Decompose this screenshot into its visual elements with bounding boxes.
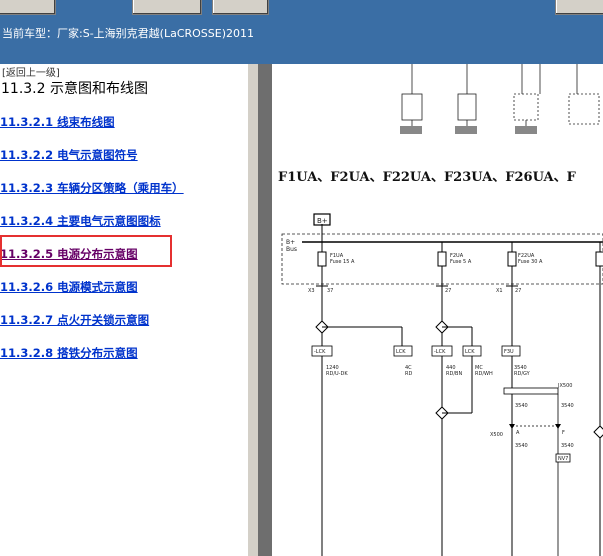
toolbar: [0, 0, 603, 18]
wire-id-9: 3540: [561, 443, 574, 449]
header-bar: 当前车型：厂家:S-上海别克君越(LaCROSSE)2011: [0, 18, 603, 64]
pin-x1-label: X1: [496, 288, 503, 294]
bus-label-2: Bus: [286, 246, 297, 253]
connector-lck-4: LCK: [465, 349, 475, 355]
back-link[interactable]: [返回上一级]: [2, 64, 60, 79]
pin-27-label: 27: [445, 288, 451, 294]
wire-color-2: RD: [405, 371, 412, 377]
nav-item-power-mode[interactable]: 11.3.2.6 电源模式示意图: [0, 279, 138, 295]
toolbar-button[interactable]: [0, 0, 56, 15]
toolbar-button[interactable]: [212, 0, 269, 15]
left-navigation-panel: [返回上一级] 11.3.2 示意图和布线图 11.3.2.1 线束布线图 11…: [0, 64, 248, 556]
pin-37-label: 37: [327, 288, 333, 294]
nav-item-vehicle-zoning[interactable]: 11.3.2.3 车辆分区策略（乘用车）: [0, 180, 184, 196]
toolbar-button[interactable]: [555, 0, 603, 15]
splice-jx500: JX500: [557, 383, 572, 389]
fuse-heading: F1UA、F2UA、F22UA、F23UA、F26UA、F: [278, 170, 577, 185]
wire-id-6: 3540: [515, 403, 528, 409]
current-vehicle-label: 当前车型：厂家:S-上海别克君越(LaCROSSE)2011: [2, 27, 254, 40]
connector-nv7: NV7: [558, 456, 568, 462]
splice-f: F: [562, 430, 565, 436]
wire-id-7: 3540: [561, 403, 574, 409]
fuse-f1ua-rating: Fuse 15 A: [330, 259, 355, 265]
selection-highlight-box: [0, 235, 172, 267]
nav-item-ground-distribution[interactable]: 11.3.2.8 搭铁分布示意图: [0, 345, 138, 361]
nav-item-ignition-lock[interactable]: 11.3.2.7 点火开关锁示意图: [0, 312, 149, 328]
splice-a: A: [516, 430, 520, 436]
wire-color-4: RD/WH: [475, 371, 493, 377]
splice-x500: X500: [490, 432, 503, 438]
nav-item-schematic-symbols[interactable]: 11.3.2.2 电气示意图符号: [0, 147, 138, 163]
pin-27b-label: 27: [515, 288, 521, 294]
wire-color-5: RD/GY: [514, 371, 531, 377]
nav-item-schematic-icons[interactable]: 11.3.2.4 主要电气示意图图标: [0, 213, 161, 229]
wiring-diagram: F1UA、F2UA、F22UA、F23UA、F26UA、F B+ B+ Bus …: [272, 64, 603, 556]
wire-color-1: RD/U-DK: [326, 371, 348, 377]
connector-f3u: F3U: [504, 349, 514, 355]
panel-splitter[interactable]: [248, 64, 258, 556]
section-title: 11.3.2 示意图和布线图: [1, 81, 148, 97]
bus-label: B+: [286, 239, 295, 246]
connector-lck-2: LCK: [396, 349, 406, 355]
wire-id-8: 3540: [515, 443, 528, 449]
wire-color-3: RD/BN: [446, 371, 462, 377]
fuse-f22ua-rating: Fuse 30 A: [518, 259, 543, 265]
fuse-f2ua-rating: Fuse 5 A: [450, 259, 472, 265]
bplus-box-label: B+: [317, 217, 328, 225]
pin-x3-label: X3: [308, 288, 315, 294]
nav-item-harness-routing[interactable]: 11.3.2.1 线束布线图: [0, 114, 115, 130]
wiring-diagram-svg: F1UA、F2UA、F22UA、F23UA、F26UA、F B+ B+ Bus …: [278, 64, 603, 556]
connector-lck-1: -LCK: [314, 349, 326, 355]
toolbar-button[interactable]: [132, 0, 202, 15]
connector-lck-3: -LCK: [434, 349, 446, 355]
vertical-scrollbar[interactable]: [258, 64, 272, 556]
